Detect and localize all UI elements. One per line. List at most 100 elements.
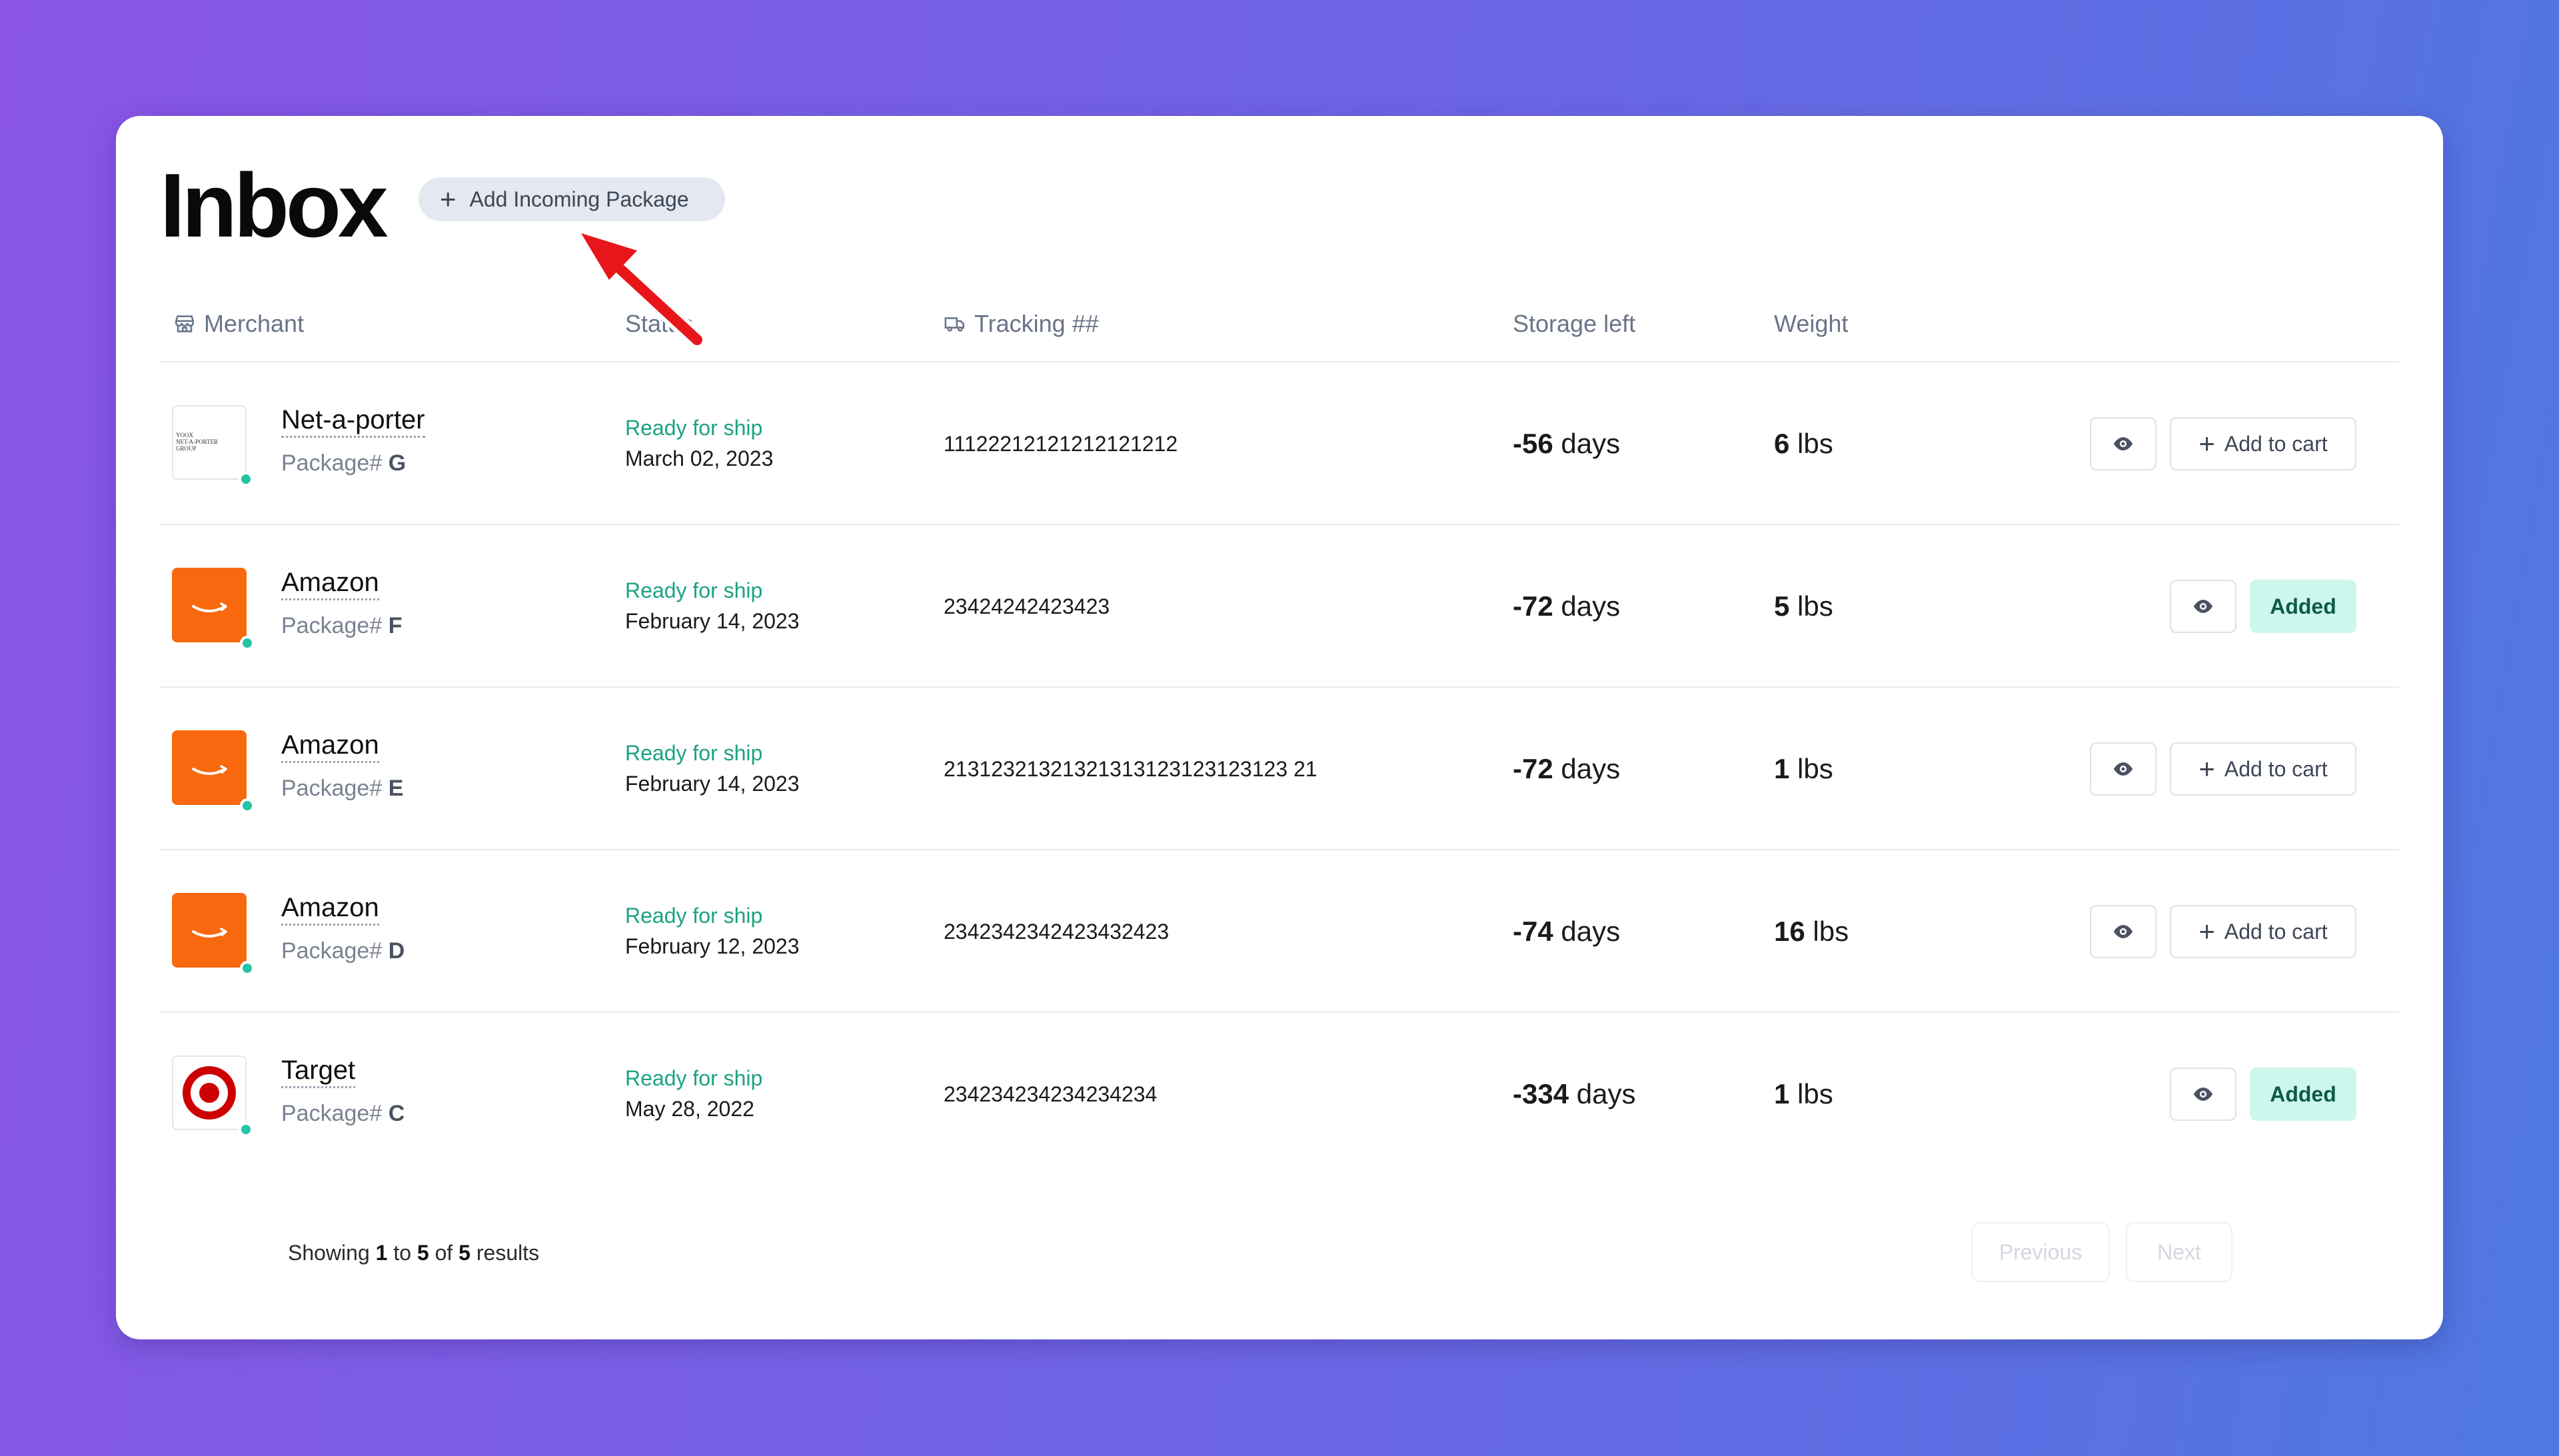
total-results: 5 (458, 1241, 470, 1265)
add-to-cart-button[interactable]: + Add to cart (2170, 905, 2356, 958)
column-header-tracking-label: Tracking ## (974, 310, 1099, 337)
storage-left: -72 days (1513, 590, 1620, 622)
package-id: D (388, 938, 405, 964)
inbox-card: Inbox + Add Incoming Package Merchant St… (116, 116, 2443, 1339)
weight-unit: lbs (1797, 590, 1833, 622)
status-date: May 28, 2022 (625, 1097, 754, 1121)
status-text: Ready for ship (625, 416, 763, 440)
next-button[interactable]: Next (2126, 1222, 2232, 1282)
package-prefix: Package# (281, 938, 383, 964)
range-from: 1 (375, 1241, 388, 1265)
merchant-name[interactable]: Target (281, 1056, 356, 1088)
merchant-name[interactable]: Amazon (281, 893, 379, 926)
amazon-logo (172, 730, 255, 813)
status-date: February 14, 2023 (625, 772, 800, 796)
pagination-summary: Showing 1 to 5 of 5 results (288, 1241, 539, 1265)
weight-unit: lbs (1813, 916, 1849, 947)
storage-value: -74 (1513, 916, 1553, 947)
merchant-name[interactable]: Amazon (281, 730, 379, 763)
truck-icon (944, 317, 965, 332)
tracking-number: 234234234234234234 (944, 1082, 1158, 1106)
status-date: February 12, 2023 (625, 934, 800, 958)
storage-value: -334 (1513, 1078, 1569, 1109)
package-number: Package# F (281, 613, 402, 639)
page-title: Inbox (160, 155, 389, 256)
add-to-cart-button[interactable]: + Add to cart (2170, 417, 2356, 470)
view-button[interactable] (2090, 742, 2156, 796)
amazon-smile-icon (192, 765, 227, 775)
target-bullseye-icon (183, 1066, 236, 1119)
table-row: Amazon Package# F Ready for ship Februar… (160, 525, 2399, 686)
added-badge[interactable]: Added (2250, 1068, 2356, 1121)
storage-unit: days (1561, 428, 1621, 459)
storage-left: -334 days (1513, 1078, 1635, 1110)
column-header-weight-label: Weight (1774, 310, 1849, 337)
weight: 16 lbs (1774, 916, 1849, 948)
package-id: E (388, 776, 404, 801)
plus-icon: + (2198, 753, 2215, 784)
weight: 1 lbs (1774, 1078, 1833, 1110)
weight-value: 5 (1774, 590, 1790, 622)
eye-icon (2113, 437, 2133, 450)
package-number: Package# D (281, 938, 405, 964)
amazon-logo (172, 893, 255, 976)
view-button[interactable] (2170, 580, 2236, 633)
status-date: March 02, 2023 (625, 446, 774, 470)
storage-unit: days (1561, 590, 1621, 622)
column-header-merchant: Merchant (173, 304, 304, 344)
package-id: C (388, 1101, 405, 1126)
storage-value: -72 (1513, 590, 1553, 622)
weight: 6 lbs (1774, 428, 1833, 460)
add-incoming-package-label: Add Incoming Package (469, 187, 689, 211)
tracking-number: 11122212121212121212 (944, 432, 1178, 456)
amazon-smile-icon (192, 602, 227, 612)
status-dot (240, 636, 255, 650)
add-incoming-package-button[interactable]: + Add Incoming Package (419, 177, 725, 221)
view-button[interactable] (2170, 1068, 2236, 1121)
storage-left: -72 days (1513, 753, 1620, 785)
package-number: Package# E (281, 776, 403, 802)
column-header-status-label: Status (625, 310, 694, 337)
column-header-tracking: Tracking ## (944, 304, 1099, 344)
package-prefix: Package# (281, 776, 383, 801)
added-badge[interactable]: Added (2250, 580, 2356, 633)
weight-value: 16 (1774, 916, 1805, 947)
weight-value: 6 (1774, 428, 1790, 459)
tracking-number: 21312321321321313123123123123 21 (944, 757, 1317, 781)
column-header-storage: Storage left (1513, 304, 1635, 344)
amazon-logo (172, 568, 255, 650)
eye-icon (2113, 762, 2133, 776)
eye-icon (2193, 600, 2213, 613)
status-text: Ready for ship (625, 904, 763, 928)
storage-value: -72 (1513, 753, 1553, 784)
merchant-name[interactable]: Net-a-porter (281, 405, 425, 438)
package-prefix: Package# (281, 613, 383, 638)
table-row: YOOX NET-A-PORTER GROUP Net-a-porter Pac… (160, 363, 2399, 524)
package-prefix: Package# (281, 1101, 383, 1126)
weight-unit: lbs (1797, 428, 1833, 459)
previous-button[interactable]: Previous (1971, 1222, 2110, 1282)
results-label: results (476, 1241, 540, 1265)
add-to-cart-label: Add to cart (2224, 919, 2328, 944)
plus-icon: + (2198, 428, 2215, 459)
store-icon (175, 315, 195, 333)
table-row: Target Package# C Ready for ship May 28,… (160, 1013, 2399, 1174)
weight-value: 1 (1774, 753, 1790, 784)
plus-icon: + (440, 183, 456, 215)
table-row: Amazon Package# E Ready for ship Februar… (160, 688, 2399, 849)
weight-value: 1 (1774, 1078, 1790, 1109)
add-to-cart-label: Add to cart (2224, 756, 2328, 781)
weight-unit: lbs (1797, 1078, 1833, 1109)
tracking-number: 2342342342423432423 (944, 920, 1170, 944)
add-to-cart-button[interactable]: + Add to cart (2170, 742, 2356, 796)
view-button[interactable] (2090, 417, 2156, 470)
of-label: of (434, 1241, 453, 1265)
netaporter-logo: YOOX NET-A-PORTER GROUP (172, 405, 253, 486)
storage-left: -56 days (1513, 428, 1620, 460)
status-dot (239, 1122, 253, 1137)
table-header: Merchant Status Tracking ## Storage left… (116, 304, 2443, 344)
view-button[interactable] (2090, 905, 2156, 958)
storage-unit: days (1576, 1078, 1636, 1109)
eye-icon (2113, 925, 2133, 938)
merchant-name[interactable]: Amazon (281, 568, 379, 600)
